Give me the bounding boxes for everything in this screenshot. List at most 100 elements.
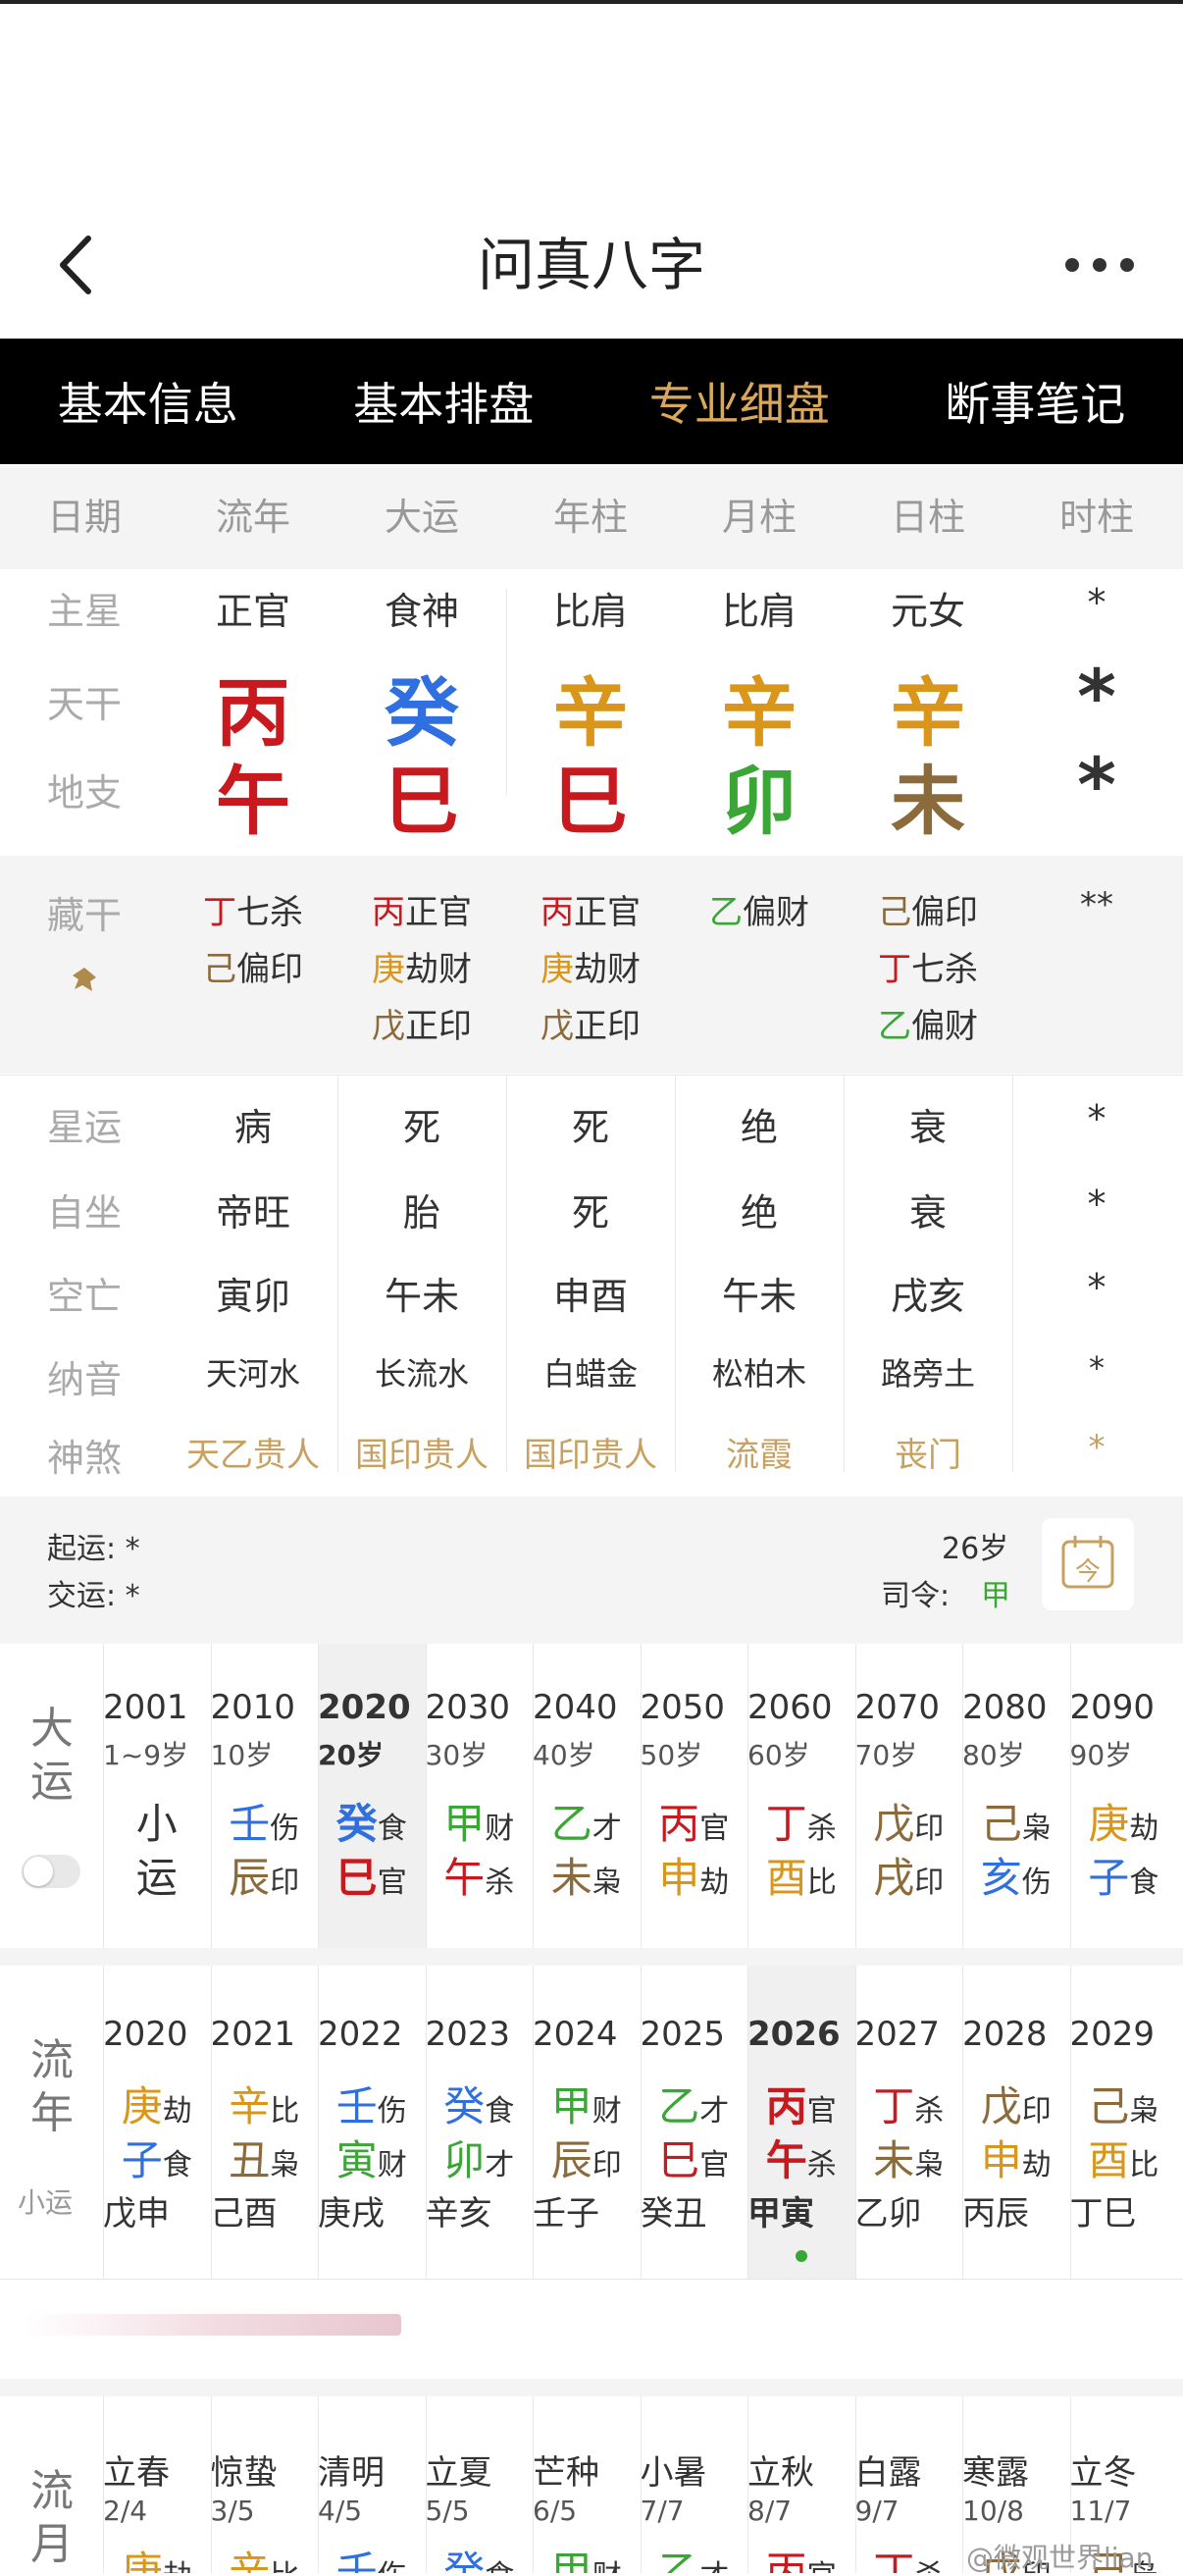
- liuyue-item[interactable]: 立春2/4庚劫: [103, 2396, 211, 2573]
- liuyue-jieqi: 白露: [855, 2445, 963, 2494]
- liunian-item[interactable]: 2021辛比丑枭己酉: [211, 1966, 319, 2280]
- divider: [844, 1075, 845, 1472]
- liunian-item[interactable]: 2028戊印申劫丙辰: [962, 1966, 1070, 2280]
- liunian-year: 2022: [318, 2015, 426, 2054]
- divider: [426, 1966, 427, 2280]
- dayun-item[interactable]: 207070岁戊印戌印: [855, 1644, 963, 1948]
- nayin-cell: 白蜡金: [506, 1349, 675, 1394]
- canggan-gan: 丙: [540, 893, 574, 932]
- dayun-item[interactable]: 208080岁己枭亥伤: [962, 1644, 1070, 1948]
- liuyue-date: 4/5: [318, 2495, 426, 2527]
- liunian-item[interactable]: 2024甲财辰印壬子: [533, 1966, 641, 2280]
- xiaoyun-ganzhi: 庚戌: [318, 2186, 426, 2234]
- dayun-toggle[interactable]: [22, 1855, 80, 1888]
- ganzhi-pair: 运: [103, 1845, 211, 1905]
- shishen-tag: 比: [807, 1866, 837, 1900]
- liuyue-item[interactable]: 清明4/5壬伤: [318, 2396, 426, 2573]
- dizhi-cell: 卯: [675, 741, 844, 849]
- shishen-tag: 枭: [1129, 2094, 1158, 2129]
- shishen-tag: 杀: [807, 2148, 837, 2182]
- ganzhi-char: 酉: [1088, 2136, 1129, 2184]
- ganzhi-pair: 乙才: [533, 1791, 641, 1851]
- liunian-item[interactable]: 2023癸食卯才辛亥: [426, 1966, 534, 2280]
- liunian-item[interactable]: 2022壬伤寅财庚戌: [318, 1966, 426, 2280]
- divider: [962, 1644, 963, 1948]
- xiaoyun-ganzhi: 丁巳: [1070, 2186, 1178, 2234]
- shishen-tag: 劫: [163, 2094, 192, 2129]
- liunian-item[interactable]: 2026丙官午杀甲寅: [747, 1966, 855, 2280]
- dayun-year: 2060: [747, 1688, 855, 1727]
- ganzhi-pair: 己枭: [962, 1791, 1070, 1851]
- ganzhi-char: 丙: [658, 1800, 699, 1848]
- divider: [747, 1966, 748, 2280]
- canggan-shishen: 七杀: [236, 893, 303, 932]
- status-line: [0, 0, 1183, 4]
- ganzhi-char: 午: [443, 1854, 485, 1902]
- zhuxing-cell: 正官: [169, 581, 337, 635]
- divider: [533, 2396, 534, 2573]
- liuyue-item[interactable]: 芒种6/5甲财: [533, 2396, 641, 2573]
- dizhi-cell: 巳: [337, 741, 506, 849]
- xiaoyun-ganzhi: 壬子: [533, 2186, 641, 2234]
- liunian-item[interactable]: 2020庚劫子食戊申: [103, 1966, 211, 2280]
- calendar-button[interactable]: 今: [1042, 1518, 1134, 1610]
- liuyue-item[interactable]: 立秋8/7丙官: [747, 2396, 855, 2573]
- ganzhi-char: 癸: [336, 1800, 378, 1848]
- xingyun-label: 星运: [0, 1097, 169, 1151]
- tab-notes[interactable]: 断事笔记: [888, 339, 1183, 464]
- canggan-item: 庚劫财: [337, 942, 506, 990]
- shishen-tag: 比: [1129, 2148, 1158, 2182]
- ganzhi-pair: 壬伤: [211, 1791, 319, 1851]
- dayun-item[interactable]: 201010岁壬伤辰印: [211, 1644, 319, 1948]
- dayun-year: 2080: [962, 1688, 1070, 1727]
- ganzhi-pair: 申劫: [641, 1845, 748, 1905]
- dayun-item[interactable]: 20011~9岁小运: [103, 1644, 211, 1948]
- dayun-item[interactable]: 205050岁丙官申劫: [641, 1644, 748, 1948]
- pin-icon[interactable]: [67, 962, 102, 997]
- liuyue-item[interactable]: 立夏5/5癸食: [426, 2396, 534, 2573]
- liunian-section: 流年 小运 2020庚劫子食戊申2021辛比丑枭己酉2022壬伤寅财庚戌2023…: [0, 1966, 1183, 2280]
- tiangan-label: 天干: [0, 674, 169, 728]
- ganzhi-pair: 寅财: [318, 2128, 426, 2187]
- ganzhi-pair: 辛比: [211, 2539, 319, 2573]
- liuyue-item[interactable]: 小暑7/7乙才: [641, 2396, 748, 2573]
- shishen-tag: 食: [163, 2148, 192, 2182]
- ganzhi-pair: 丁杀: [747, 1791, 855, 1851]
- divider: [103, 1966, 104, 2280]
- liunian-item[interactable]: 2025乙才巳官癸丑: [641, 1966, 748, 2280]
- shishen-tag: 食: [1129, 1866, 1158, 1900]
- liunian-item[interactable]: 2029己枭酉比丁巳: [1070, 1966, 1178, 2280]
- dayun-item[interactable]: 209090岁庚劫子食: [1070, 1644, 1178, 1948]
- shishen-tag: 官: [378, 1866, 407, 1900]
- canggan-gan: 乙: [709, 893, 743, 932]
- liunian-year: 2028: [962, 2015, 1070, 2054]
- dayun-item[interactable]: 206060岁丁杀酉比: [747, 1644, 855, 1948]
- header-liunian: 流年: [169, 466, 337, 569]
- zizuo-label: 自坐: [0, 1183, 169, 1236]
- liuyue-jieqi: 惊蛰: [211, 2445, 319, 2494]
- canggan-item: 戊正印: [337, 999, 506, 1047]
- liuyue-jieqi: 寒露: [962, 2445, 1070, 2494]
- ganzhi-pair: 未枭: [855, 2128, 963, 2187]
- liuyue-item[interactable]: 惊蛰3/5辛比: [211, 2396, 319, 2573]
- tab-basic-info[interactable]: 基本信息: [0, 339, 296, 464]
- liuyue-jieqi: 立夏: [426, 2445, 534, 2494]
- nayin-cell: 路旁土: [844, 1349, 1012, 1394]
- more-icon[interactable]: [1060, 240, 1139, 289]
- dayun-item[interactable]: 204040岁乙才未枭: [533, 1644, 641, 1948]
- tab-pro-chart[interactable]: 专业细盘: [592, 339, 888, 464]
- tab-basic-chart[interactable]: 基本排盘: [296, 339, 592, 464]
- ganzhi-char: 戌: [873, 1854, 914, 1902]
- ganzhi-char: 丁: [766, 1800, 807, 1848]
- header-dayun: 大运: [337, 466, 506, 569]
- dayun-item[interactable]: 202020岁癸食巳官: [318, 1644, 426, 1948]
- shensha-label[interactable]: 神煞: [0, 1428, 169, 1482]
- ganzhi-char: 己: [981, 1800, 1022, 1848]
- ganzhi-char: 午: [766, 2136, 807, 2184]
- header-month: 月柱: [675, 466, 844, 569]
- xiaoyun-label: 小运: [18, 2182, 73, 2221]
- liunian-item[interactable]: 2027丁杀未枭乙卯: [855, 1966, 963, 2280]
- liuyue-item[interactable]: 白露9/7丁杀: [855, 2396, 963, 2573]
- ganzhi-char: 未: [873, 2136, 914, 2184]
- dayun-item[interactable]: 203030岁甲财午杀: [426, 1644, 534, 1948]
